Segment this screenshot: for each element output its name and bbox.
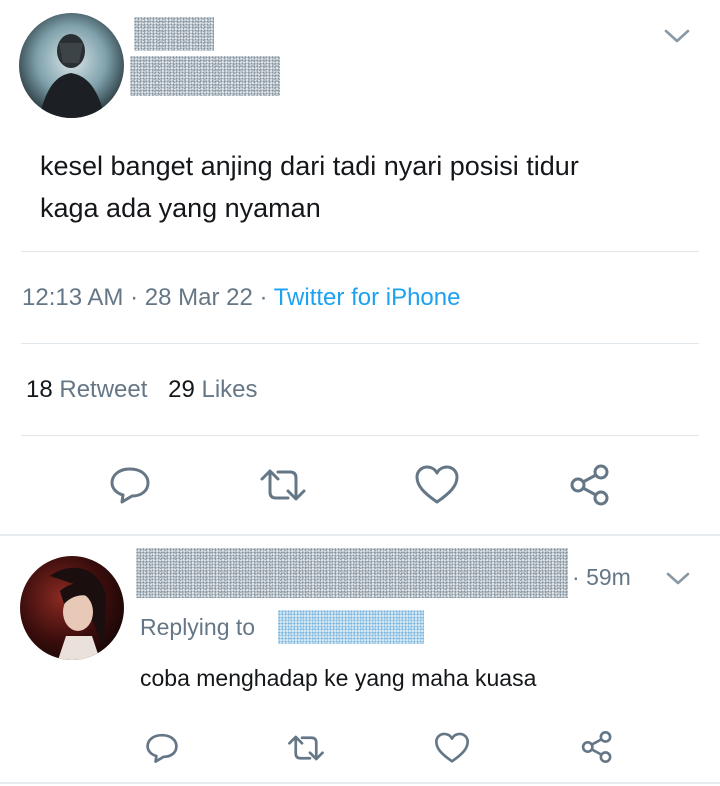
- retweet-stat[interactable]: 18 Retweet: [26, 376, 154, 403]
- reply-chevron-down-icon[interactable]: [664, 570, 692, 588]
- reply-time[interactable]: · 59m: [572, 564, 631, 591]
- author-display-name-redacted[interactable]: [134, 17, 214, 51]
- chevron-down-icon[interactable]: [662, 26, 692, 46]
- section-separator: [0, 534, 720, 536]
- retweet-icon[interactable]: [258, 466, 308, 504]
- bottom-divider: [0, 782, 720, 784]
- retweet-count: 18: [26, 376, 53, 403]
- replying-to-label: Replying to: [140, 614, 256, 640]
- reply-like-icon[interactable]: [434, 732, 470, 764]
- replying-to: Replying to: [140, 614, 255, 641]
- tweet-date[interactable]: 28 Mar 22: [145, 284, 253, 311]
- divider: [21, 435, 699, 436]
- tweet-source-link[interactable]: Twitter for iPhone: [274, 284, 461, 311]
- tweet-text-line-1: kesel banget anjing dari tadi nyari posi…: [40, 151, 579, 181]
- replying-to-handle-redacted[interactable]: [278, 610, 424, 644]
- author-avatar[interactable]: [19, 13, 124, 118]
- like-count: 29: [168, 376, 195, 403]
- divider: [21, 343, 699, 344]
- tweet-meta: 12:13 AM · 28 Mar 22 · Twitter for iPhon…: [22, 284, 461, 311]
- divider: [21, 251, 699, 252]
- reply-icon[interactable]: [108, 465, 152, 505]
- retweet-label: Retweet: [59, 376, 148, 403]
- like-stat[interactable]: 29 Likes: [168, 376, 257, 403]
- tweet-text: kesel banget anjing dari tadi nyari posi…: [40, 145, 700, 229]
- reply-author-name-handle-redacted[interactable]: [136, 548, 568, 598]
- like-icon[interactable]: [414, 465, 460, 505]
- like-label: Likes: [201, 376, 258, 403]
- reply-share-icon[interactable]: [580, 730, 614, 764]
- tweet-time[interactable]: 12:13 AM: [22, 284, 123, 311]
- reply-reply-icon[interactable]: [144, 732, 180, 764]
- tweet-stats: 18 Retweet 29 Likes: [26, 376, 258, 404]
- reply-text: coba menghadap ke yang maha kuasa: [140, 665, 537, 691]
- reply-author-avatar[interactable]: [20, 556, 124, 660]
- share-icon[interactable]: [568, 463, 612, 507]
- tweet-text-line-2: kaga ada yang nyaman: [40, 193, 321, 223]
- reply-age: 59m: [586, 564, 631, 590]
- author-handle-redacted[interactable]: [130, 56, 280, 96]
- reply-retweet-icon[interactable]: [286, 733, 326, 763]
